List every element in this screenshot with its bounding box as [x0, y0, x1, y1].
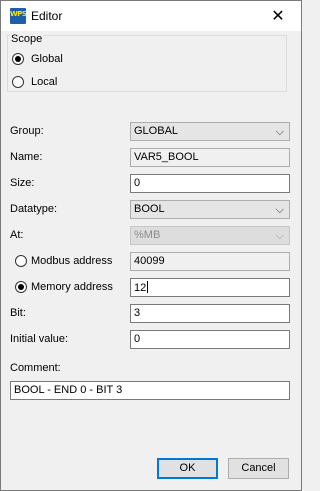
memory-address-radio[interactable]	[15, 281, 27, 293]
name-label: Name:	[10, 151, 43, 163]
ok-button[interactable]: OK	[157, 458, 218, 479]
editor-window: WPS Editor ✕ Scope Global Local Group: G…	[0, 0, 302, 491]
scope-global-radio[interactable]	[12, 53, 24, 65]
chevron-down-icon: ⌵	[275, 203, 284, 216]
group-label: Group:	[10, 125, 44, 137]
close-icon[interactable]: ✕	[255, 1, 301, 31]
text-caret	[147, 281, 149, 293]
datatype-dropdown[interactable]: BOOL ⌵	[130, 200, 290, 219]
window-title: Editor	[31, 9, 63, 23]
group-value: GLOBAL	[134, 125, 179, 137]
bit-input[interactable]: 3	[130, 304, 290, 323]
scope-local-radio[interactable]	[12, 76, 24, 88]
scope-local-label[interactable]: Local	[31, 76, 57, 88]
at-value: %MB	[134, 229, 161, 241]
memory-address-label[interactable]: Memory address	[31, 281, 113, 293]
initial-value-input[interactable]: 0	[130, 330, 290, 349]
memory-address-value: 12	[134, 282, 147, 294]
app-icon-text: WPS	[10, 10, 27, 18]
at-label: At:	[10, 229, 24, 241]
modbus-address-label[interactable]: Modbus address	[31, 255, 112, 267]
datatype-value: BOOL	[134, 203, 165, 215]
title-bar: WPS Editor ✕	[1, 1, 301, 31]
size-label: Size:	[10, 177, 35, 189]
modbus-address-radio[interactable]	[15, 255, 27, 267]
memory-address-input[interactable]: 12	[130, 278, 290, 297]
at-dropdown: %MB ⌵	[130, 226, 290, 245]
datatype-label: Datatype:	[10, 203, 58, 215]
size-input[interactable]: 0	[130, 174, 290, 193]
group-dropdown[interactable]: GLOBAL ⌵	[130, 122, 290, 141]
scope-global-label[interactable]: Global	[31, 53, 63, 65]
name-field: VAR5_BOOL	[130, 148, 290, 167]
bit-label: Bit:	[10, 307, 26, 319]
initial-value-label: Initial value:	[10, 333, 69, 345]
comment-label: Comment:	[10, 362, 61, 374]
chevron-down-icon: ⌵	[275, 229, 284, 242]
wps-app-icon: WPS	[10, 8, 27, 24]
cancel-button[interactable]: Cancel	[228, 458, 289, 479]
comment-input[interactable]: BOOL - END 0 - BIT 3	[10, 381, 290, 400]
modbus-address-field: 40099	[130, 252, 290, 271]
scope-legend: Scope	[10, 33, 44, 45]
chevron-down-icon: ⌵	[275, 125, 284, 138]
